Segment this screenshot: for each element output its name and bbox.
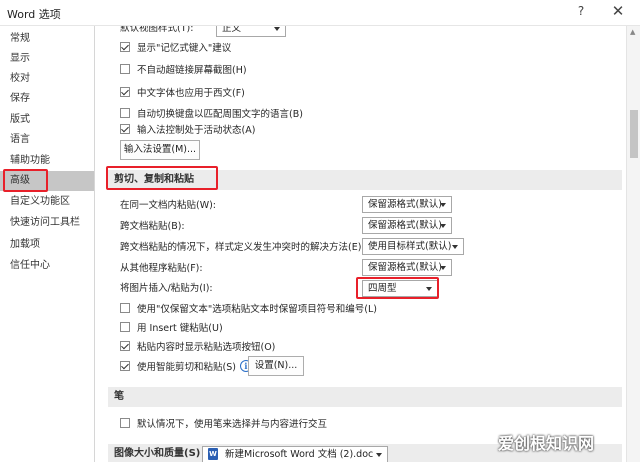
chevron-down-icon	[440, 224, 446, 228]
default-view-style-dropdown[interactable]: 正文	[216, 26, 286, 37]
option-autocomplete[interactable]: 显示"记忆式键入"建议	[120, 38, 231, 56]
close-button[interactable]: ✕	[610, 2, 626, 20]
paste-same-doc-label: 在同一文档内粘贴(W):	[120, 200, 217, 211]
dropdown-value: 新建Microsoft Word 文档 (2).doc	[225, 449, 374, 460]
option-smart-cut-paste[interactable]: 使用智能剪切和粘贴(S) i	[120, 357, 252, 375]
option-label: 默认情况下，使用笔来选择并与内容进行交互	[137, 419, 328, 430]
checkbox[interactable]	[120, 87, 130, 97]
checkbox[interactable]	[120, 418, 130, 428]
chevron-down-icon	[274, 27, 280, 31]
section-image-title: 图像大小和质量(S)	[114, 448, 201, 459]
dropdown-value: 保留源格式(默认)	[368, 199, 442, 210]
ime-settings-button[interactable]: 输入法设置(M)...	[120, 140, 200, 160]
sidebar-item-accessibility[interactable]: 辅助功能	[0, 151, 94, 171]
help-button[interactable]: ?	[574, 4, 588, 18]
chevron-down-icon	[440, 203, 446, 207]
option-label: 用 Insert 键粘贴(U)	[137, 323, 223, 334]
highlight-picture-dropdown-box	[356, 277, 439, 299]
checkbox[interactable]	[120, 361, 130, 371]
checkbox[interactable]	[120, 341, 130, 351]
sidebar-item-addins[interactable]: 加载项	[0, 235, 94, 255]
sidebar-item-language[interactable]: 语言	[0, 130, 94, 150]
chevron-down-icon	[440, 266, 446, 270]
option-pen-select-interact[interactable]: 默认情况下，使用笔来选择并与内容进行交互	[120, 414, 327, 432]
paste-cross-doc-dropdown[interactable]: 保留源格式(默认)	[362, 217, 452, 234]
paste-other-program-dropdown[interactable]: 保留源格式(默认)	[362, 259, 452, 276]
insert-picture-as-label: 将图片插入/粘贴为(I):	[120, 283, 213, 294]
title-bar: Word 选项 ? ✕	[0, 0, 640, 26]
dropdown-value: 保留源格式(默认)	[368, 262, 442, 273]
option-ime-control[interactable]: 输入法控制处于活动状态(A)	[120, 120, 255, 138]
options-content: 默认视图样式(T): 正文 显示"记忆式键入"建议 不自动超链接屏幕截图(H) …	[96, 26, 626, 462]
sidebar-item-proofing[interactable]: 校对	[0, 69, 94, 89]
paste-style-conflict-dropdown[interactable]: 使用目标样式(默认)	[362, 238, 464, 255]
dropdown-value: 保留源格式(默认)	[368, 220, 442, 231]
option-insert-key-paste[interactable]: 用 Insert 键粘贴(U)	[120, 318, 223, 336]
content-scrollbar[interactable]: ▲	[626, 26, 640, 462]
sidebar-item-display[interactable]: 显示	[0, 49, 94, 69]
paste-style-conflict-label: 跨文档粘贴的情况下，样式定义发生冲突时的解决方法(E):	[120, 242, 365, 253]
highlight-paste-section-box	[106, 166, 218, 190]
sidebar-item-label: 语言	[10, 134, 30, 145]
chevron-down-icon	[376, 453, 382, 457]
option-label: 输入法控制处于活动状态(A)	[137, 125, 256, 136]
sidebar-item-label: 显示	[10, 53, 30, 64]
sidebar-item-label: 保存	[10, 93, 30, 104]
sidebar-item-label: 加载项	[10, 239, 40, 250]
sidebar-item-general[interactable]: 常规	[0, 29, 94, 49]
sidebar-item-label: 常规	[10, 33, 30, 44]
chevron-down-icon	[452, 245, 458, 249]
option-label: 使用"仅保留文本"选项粘贴文本时保留项目符号和编号(L)	[137, 304, 377, 315]
paste-same-doc-dropdown[interactable]: 保留源格式(默认)	[362, 196, 452, 213]
sidebar-item-label: 自定义功能区	[10, 196, 70, 207]
option-no-autohyperlink-screenshot[interactable]: 不自动超链接屏幕截图(H)	[120, 60, 247, 78]
option-label: 不自动超链接屏幕截图(H)	[137, 65, 247, 76]
checkbox[interactable]	[120, 64, 130, 74]
paste-cross-doc-label: 跨文档粘贴(B):	[120, 221, 185, 232]
default-view-style-label: 默认视图样式(T):	[120, 26, 194, 34]
sidebar-item-label: 校对	[10, 73, 30, 84]
option-label: 使用智能剪切和粘贴(S)	[137, 362, 236, 373]
checkbox[interactable]	[120, 108, 130, 118]
dropdown-value: 正文	[222, 26, 242, 34]
option-label: 中文字体也应用于西文(F)	[137, 88, 245, 99]
option-keep-bullets-text-only[interactable]: 使用"仅保留文本"选项粘贴文本时保留项目符号和编号(L)	[120, 299, 377, 317]
section-pen: 笔	[108, 387, 622, 407]
sidebar-item-quick-access-toolbar[interactable]: 快速访问工具栏	[0, 213, 94, 233]
sidebar-item-trust-center[interactable]: 信任中心	[0, 256, 94, 276]
checkbox[interactable]	[120, 42, 130, 52]
paste-other-program-label: 从其他程序粘贴(F):	[120, 263, 203, 274]
scroll-up-icon[interactable]: ▲	[630, 28, 635, 36]
checkbox[interactable]	[120, 124, 130, 134]
option-chinese-font-latin[interactable]: 中文字体也应用于西文(F)	[120, 83, 245, 101]
image-doc-dropdown[interactable]: W 新建Microsoft Word 文档 (2).doc	[202, 446, 388, 462]
highlight-advanced-box	[3, 169, 48, 192]
sidebar-item-customize-ribbon[interactable]: 自定义功能区	[0, 192, 94, 212]
smart-paste-settings-button[interactable]: 设置(N)...	[248, 356, 304, 376]
sidebar-item-layout[interactable]: 版式	[0, 110, 94, 130]
window-title: Word 选项	[7, 8, 61, 21]
sidebar-item-label: 信任中心	[10, 260, 50, 271]
checkbox[interactable]	[120, 303, 130, 313]
sidebar-item-label: 快速访问工具栏	[10, 217, 80, 228]
option-label: 显示"记忆式键入"建议	[137, 43, 232, 54]
dropdown-value: 使用目标样式(默认)	[368, 241, 452, 252]
scrollbar-thumb[interactable]	[630, 110, 638, 158]
sidebar-item-save[interactable]: 保存	[0, 89, 94, 109]
sidebar-item-label: 版式	[10, 114, 30, 125]
word-doc-icon: W	[208, 448, 218, 460]
watermark-logo: 爱创根知识网	[498, 434, 595, 453]
sidebar: 常规 显示 校对 保存 版式 语言 辅助功能 高级 自定义功能区 快速访问工具栏…	[0, 26, 95, 462]
sidebar-item-label: 辅助功能	[10, 155, 50, 166]
option-show-paste-options-button[interactable]: 粘贴内容时显示粘贴选项按钮(O)	[120, 337, 275, 355]
checkbox[interactable]	[120, 322, 130, 332]
option-label: 粘贴内容时显示粘贴选项按钮(O)	[137, 342, 276, 353]
option-label: 自动切换键盘以匹配周围文字的语言(B)	[137, 109, 303, 120]
